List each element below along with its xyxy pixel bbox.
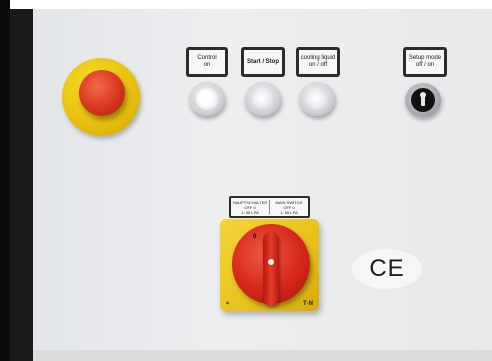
setup-mode-key-switch[interactable] xyxy=(405,83,441,117)
machine-control-panel-photo: Control on Start / Stop cooling liquid o… xyxy=(0,0,492,361)
cooling-liquid-button[interactable] xyxy=(299,82,335,116)
setup-mode-label-plate: Setup mode off / on xyxy=(403,47,447,77)
ce-mark: CE xyxy=(369,255,405,282)
key-slot-indicator xyxy=(420,92,426,98)
control-on-label-line-1: Control xyxy=(197,55,217,61)
left-frame xyxy=(0,0,10,361)
main-switch-label-left-3: 1: 001-PA xyxy=(241,209,259,215)
brand-mark-left: ≈ xyxy=(226,301,230,307)
control-on-button[interactable] xyxy=(189,82,225,116)
control-on-label-line-2: on xyxy=(203,62,211,68)
setup-mode-label-line-2: off / on xyxy=(415,62,435,68)
control-on-button-face xyxy=(196,88,218,110)
main-switch-handle[interactable] xyxy=(263,232,279,306)
cooling-liquid-label-line-1: cooling liquid xyxy=(300,55,336,61)
panel-bottom-edge xyxy=(33,350,492,361)
brand-mark-right: T·N xyxy=(303,301,313,307)
start-stop-button-face xyxy=(252,88,274,110)
start-stop-label-plate: Start / Stop xyxy=(241,47,285,77)
key-switch-face xyxy=(411,88,435,112)
cooling-liquid-button-face xyxy=(306,88,328,110)
handle-indicator-dot xyxy=(268,259,274,265)
cooling-liquid-label-plate: cooling liquid on / off xyxy=(296,47,340,77)
off-position-mark: 0 xyxy=(253,234,257,240)
start-stop-label-line-1: Start / Stop xyxy=(246,58,279,65)
emergency-stop-button[interactable] xyxy=(79,70,125,116)
main-switch-label-right-3: 1: 001-PA xyxy=(280,209,298,215)
top-edge xyxy=(0,0,492,9)
control-on-label-plate: Control on xyxy=(186,47,228,77)
ce-sticker: CE xyxy=(352,249,422,289)
setup-mode-label-line-1: Setup mode xyxy=(408,55,442,61)
cooling-liquid-label-line-2: on / off xyxy=(308,62,328,68)
start-stop-button[interactable] xyxy=(245,82,281,116)
left-frame-shadow xyxy=(10,9,33,361)
main-switch-label-plate: HAUPTSCHALTER OFF 0 1: 001-PA MAIN SWITC… xyxy=(229,196,310,218)
